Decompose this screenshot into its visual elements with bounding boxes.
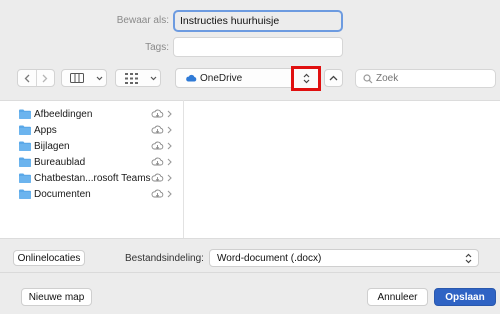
file-name-input[interactable]: Instructies huurhuisje [173, 10, 343, 32]
file-name-value: Instructies huurhuisje [180, 15, 280, 27]
folder-icon [19, 173, 31, 183]
back-button[interactable] [18, 70, 36, 86]
list-item[interactable]: Bureaublad [0, 154, 183, 170]
chevron-right-icon [167, 190, 172, 198]
cancel-button[interactable]: Annuleer [367, 288, 428, 306]
save-label: Opslaan [445, 291, 485, 303]
collapse-button[interactable] [324, 69, 343, 87]
chevron-right-icon [42, 74, 48, 82]
list-item[interactable]: Bijlagen [0, 138, 183, 154]
list-item[interactable]: Chatbestan...rosoft Teams [0, 170, 183, 186]
format-label: Bestandsindeling: [125, 253, 204, 264]
cloud-download-icon [151, 189, 164, 198]
chevron-right-icon [167, 126, 172, 134]
cloud-download-icon [151, 141, 164, 150]
chevron-right-icon [167, 142, 172, 150]
cloud-download-icon [151, 125, 164, 134]
new-folder-label: Nieuwe map [28, 291, 85, 303]
folder-name: Apps [34, 124, 57, 136]
list-item[interactable]: Documenten [0, 186, 183, 202]
nav-buttons [17, 69, 55, 87]
folder-name: Bureaublad [34, 156, 86, 168]
tags-label: Tags: [145, 42, 169, 53]
chevron-up-down-icon [465, 253, 472, 264]
online-locations-button[interactable]: Onlinelocaties [13, 250, 85, 266]
forward-button[interactable] [36, 70, 54, 86]
search-icon [363, 73, 373, 83]
tags-input[interactable] [173, 37, 343, 57]
chevron-down-icon [150, 76, 156, 80]
group-by-button[interactable] [115, 69, 161, 87]
chevron-right-icon [167, 174, 172, 182]
cloud-download-icon [151, 109, 164, 118]
folder-name: Documenten [34, 188, 91, 200]
folder-icon [19, 157, 31, 167]
folder-name: Afbeeldingen [34, 108, 93, 120]
folder-icon [19, 189, 31, 199]
grid-icon [124, 72, 138, 84]
footer-divider [0, 272, 500, 273]
location-stepper-button[interactable] [291, 66, 321, 91]
chevron-up-icon [329, 75, 338, 81]
save-button[interactable]: Opslaan [434, 288, 496, 306]
folder-name: Bijlagen [34, 140, 70, 152]
cancel-label: Annuleer [377, 291, 418, 303]
columns-view-icon [70, 73, 84, 83]
folder-name: Chatbestan...rosoft Teams [34, 172, 151, 184]
view-mode-button[interactable] [61, 69, 107, 87]
online-locations-label: Onlinelocaties [17, 252, 81, 264]
new-folder-button[interactable]: Nieuwe map [21, 288, 92, 306]
folder-icon [19, 125, 31, 135]
cloud-download-icon [151, 157, 164, 166]
cloud-icon [186, 74, 197, 82]
list-item[interactable]: Apps [0, 122, 183, 138]
chevron-left-icon [24, 74, 30, 82]
folder-icon [19, 141, 31, 151]
chevron-right-icon [167, 158, 172, 166]
save-as-label: Bewaar als: [116, 15, 169, 26]
column-divider [183, 100, 184, 238]
chevron-right-icon [167, 110, 172, 118]
folder-icon [19, 109, 31, 119]
cloud-download-icon [151, 173, 164, 182]
format-select[interactable]: Word-document (.docx) [209, 249, 479, 267]
folder-list: Afbeeldingen Apps Bijlagen Bureaublad Ch… [0, 106, 183, 210]
chevron-up-down-icon [303, 73, 309, 84]
location-label: OneDrive [200, 72, 243, 84]
format-value: Word-document (.docx) [217, 252, 322, 264]
search-input[interactable] [376, 73, 486, 84]
search-field[interactable] [355, 69, 496, 88]
list-item[interactable]: Afbeeldingen [0, 106, 183, 122]
chevron-down-icon [96, 76, 102, 80]
